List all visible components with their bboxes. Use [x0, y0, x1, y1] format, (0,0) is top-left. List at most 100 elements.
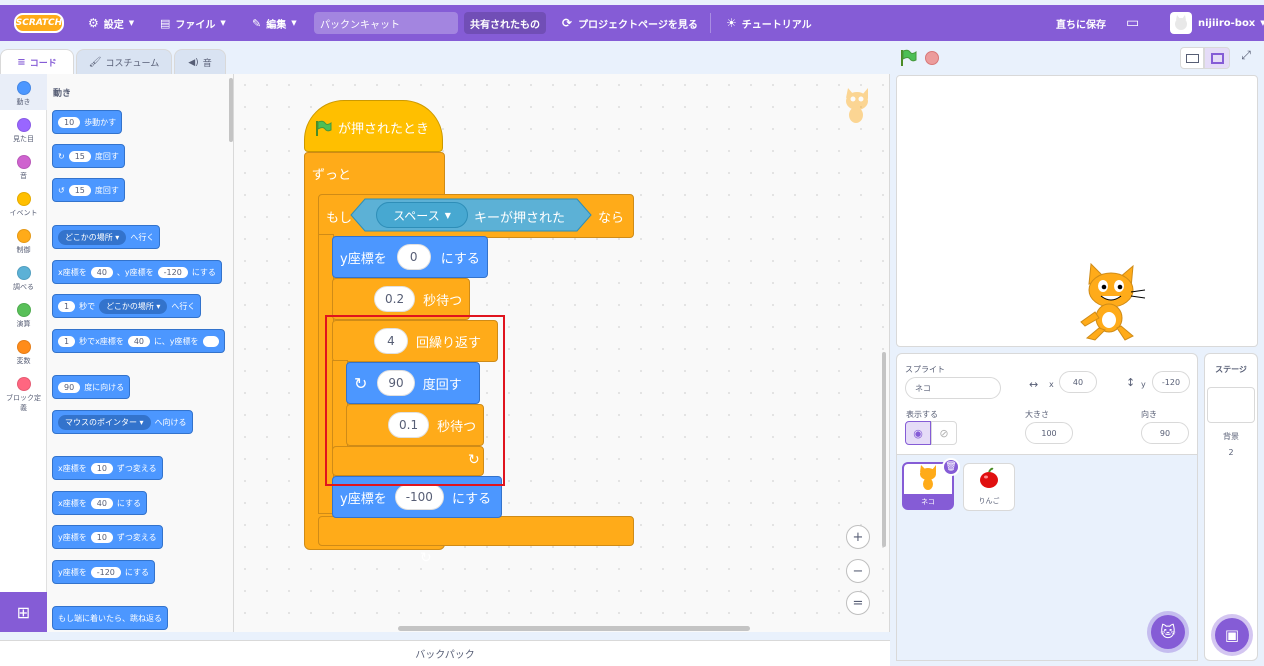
tab-code[interactable]: ≡ コード — [0, 49, 74, 75]
zoom-in-button[interactable]: + — [846, 525, 870, 549]
tutorial-button[interactable]: ☀ チュートリアル — [726, 5, 812, 41]
block-input[interactable]: 10 — [90, 462, 113, 474]
block-input[interactable]: 1 — [58, 300, 76, 312]
palette-glidexy-block[interactable]: 1 秒でx座標を 40 に、y座標を — [52, 329, 225, 353]
palette-bounce-block[interactable]: もし端に着いたら、跳ね返る — [52, 606, 168, 630]
palette-point-block[interactable]: 90 度に向ける — [52, 375, 131, 399]
category-label: 演算 — [16, 320, 31, 328]
block-input[interactable]: 1 — [58, 335, 76, 347]
block-input[interactable]: 15 — [68, 150, 91, 162]
stage-thumb[interactable] — [1207, 387, 1255, 423]
cat-sprite[interactable] — [1073, 262, 1149, 342]
show-sprite-button[interactable]: ◉ — [905, 421, 931, 445]
project-title-input[interactable]: パックンキャット — [314, 12, 458, 34]
horizontal-arrows-icon: ↔ — [1029, 378, 1039, 391]
y-value-input[interactable]: 0 — [396, 244, 431, 270]
x-input[interactable]: 40 — [1059, 371, 1097, 393]
shared-button[interactable]: 共有されたもの — [464, 12, 546, 34]
block-input[interactable]: 40 — [90, 497, 113, 509]
stage-selector[interactable]: ステージ 背景 2 ▣ — [1204, 353, 1258, 661]
category-looks[interactable]: 見た目 — [0, 111, 47, 147]
stop-icon[interactable] — [925, 51, 939, 65]
palette-changex-block[interactable]: x座標を 10 ずつ変える — [52, 456, 163, 480]
category-sound[interactable]: 音 — [0, 148, 47, 184]
block-dropdown[interactable]: どこかの場所 ▾ — [58, 229, 127, 245]
save-now-button[interactable]: 直ちに保存 — [1056, 5, 1106, 41]
block-text: にする — [451, 491, 492, 507]
block-input[interactable]: 40 — [127, 335, 151, 347]
scratch-logo[interactable]: SCRATCH — [14, 13, 64, 33]
block-input[interactable]: -120 — [90, 566, 121, 578]
avatar[interactable] — [1170, 12, 1192, 34]
hide-sprite-button[interactable]: ⊘ — [931, 421, 957, 445]
category-events[interactable]: イベント — [0, 185, 47, 221]
project-page-label: プロジェクトページを見る — [578, 19, 698, 31]
y-input[interactable]: -120 — [1152, 371, 1190, 393]
block-input[interactable]: 90 — [58, 381, 81, 393]
workspace-h-scrollbar[interactable] — [398, 626, 750, 631]
palette-turn-left-block[interactable]: ↺ 15 度回す — [52, 178, 125, 202]
dropdown-value: マウスのポインター — [65, 417, 137, 427]
block-dropdown[interactable]: マウスのポインター ▾ — [58, 414, 151, 430]
block-dropdown[interactable]: どこかの場所 ▾ — [99, 298, 168, 314]
edit-menu[interactable]: ✎ 編集 ▼ — [252, 5, 297, 41]
block-text: ずつ変える — [116, 532, 157, 542]
category-operators[interactable]: 演算 — [0, 296, 47, 332]
project-page-button[interactable]: ⟳ プロジェクトページを見る — [562, 5, 698, 41]
account-menu[interactable]: nijiiro-box ▼ — [1198, 5, 1264, 41]
block-text: ずつ変える — [116, 463, 157, 473]
category-my-blocks[interactable]: ブロック定義 — [0, 370, 47, 414]
palette-pointto-block[interactable]: マウスのポインター ▾ へ向ける — [52, 410, 193, 434]
backpack-bar[interactable]: バックパック — [0, 640, 890, 666]
y-value-input[interactable]: -100 — [394, 484, 444, 510]
palette-glide-block[interactable]: 1 秒で どこかの場所 ▾ へ行く — [52, 294, 202, 318]
sprite-thumb-apple[interactable]: りんご — [963, 463, 1015, 511]
palette-turn-right-block[interactable]: ↻ 15 度回す — [52, 144, 125, 168]
add-extension-button[interactable]: ⊞ — [0, 592, 47, 632]
category-sensing[interactable]: 調べる — [0, 259, 47, 295]
large-stage-button[interactable] — [1204, 47, 1230, 69]
choose-backdrop-button[interactable]: ▣ — [1215, 618, 1249, 652]
folder-icon[interactable]: ▭ — [1126, 5, 1139, 41]
category-control[interactable]: 制御 — [0, 222, 47, 258]
palette-move-block[interactable]: 10 歩動かす — [52, 110, 123, 134]
sprite-thumb-cat[interactable]: ネコ 🗑 — [902, 458, 960, 510]
tab-costume[interactable]: 🖌 コスチューム — [76, 49, 172, 75]
zoom-reset-button[interactable]: = — [846, 591, 870, 615]
zoom-out-button[interactable]: − — [846, 559, 870, 583]
palette-changey-block[interactable]: y座標を 10 ずつ変える — [52, 525, 163, 549]
palette-sety-block[interactable]: y座標を -120 にする — [52, 560, 155, 584]
block-text: にする — [116, 498, 142, 508]
file-menu[interactable]: ▤ ファイル ▼ — [160, 5, 226, 41]
block-text: へ行く — [171, 301, 196, 311]
palette-gotoxy-block[interactable]: x座標を 40 、y座標を -120 にする — [52, 260, 222, 284]
fullscreen-icon[interactable]: ⤢ — [1236, 48, 1256, 68]
block-input[interactable]: 10 — [90, 531, 113, 543]
small-stage-button[interactable] — [1180, 47, 1204, 69]
settings-menu[interactable]: ⚙ 設定 ▼ — [88, 5, 134, 41]
tab-sound[interactable]: ◀) 音 — [174, 49, 226, 75]
direction-label: 向き — [1141, 410, 1157, 419]
size-input[interactable]: 100 — [1025, 422, 1073, 444]
direction-input[interactable]: 90 — [1141, 422, 1189, 444]
category-motion[interactable]: 動き — [0, 74, 47, 110]
workspace-v-scrollbar[interactable] — [882, 352, 886, 547]
wait-seconds-input[interactable]: 0.2 — [374, 286, 416, 312]
block-input[interactable]: 10 — [58, 116, 81, 128]
palette-goto-block[interactable]: どこかの場所 ▾ へ行く — [52, 225, 161, 249]
category-label: 動き — [16, 98, 31, 106]
palette-scrollbar[interactable] — [229, 78, 233, 142]
palette-setx-block[interactable]: x座標を 40 にする — [52, 491, 148, 515]
sprite-name-input[interactable]: ネコ — [905, 377, 1001, 399]
category-variables[interactable]: 変数 — [0, 333, 47, 369]
block-input[interactable]: 40 — [90, 266, 113, 278]
key-dropdown[interactable]: スペース ▼ — [376, 202, 468, 228]
block-input[interactable]: -120 — [157, 266, 188, 278]
stage-canvas[interactable] — [896, 75, 1258, 347]
choose-sprite-button[interactable]: 🐱 — [1151, 615, 1185, 649]
block-input[interactable]: 15 — [68, 184, 91, 196]
delete-sprite-button[interactable]: 🗑 — [942, 458, 960, 476]
script-workspace[interactable]: が押されたとき ずっと もし スペース ▼ キーが押された なら y座標を 0 にする… — [234, 74, 890, 632]
green-flag-icon[interactable] — [899, 49, 917, 67]
block-input[interactable] — [202, 335, 219, 347]
